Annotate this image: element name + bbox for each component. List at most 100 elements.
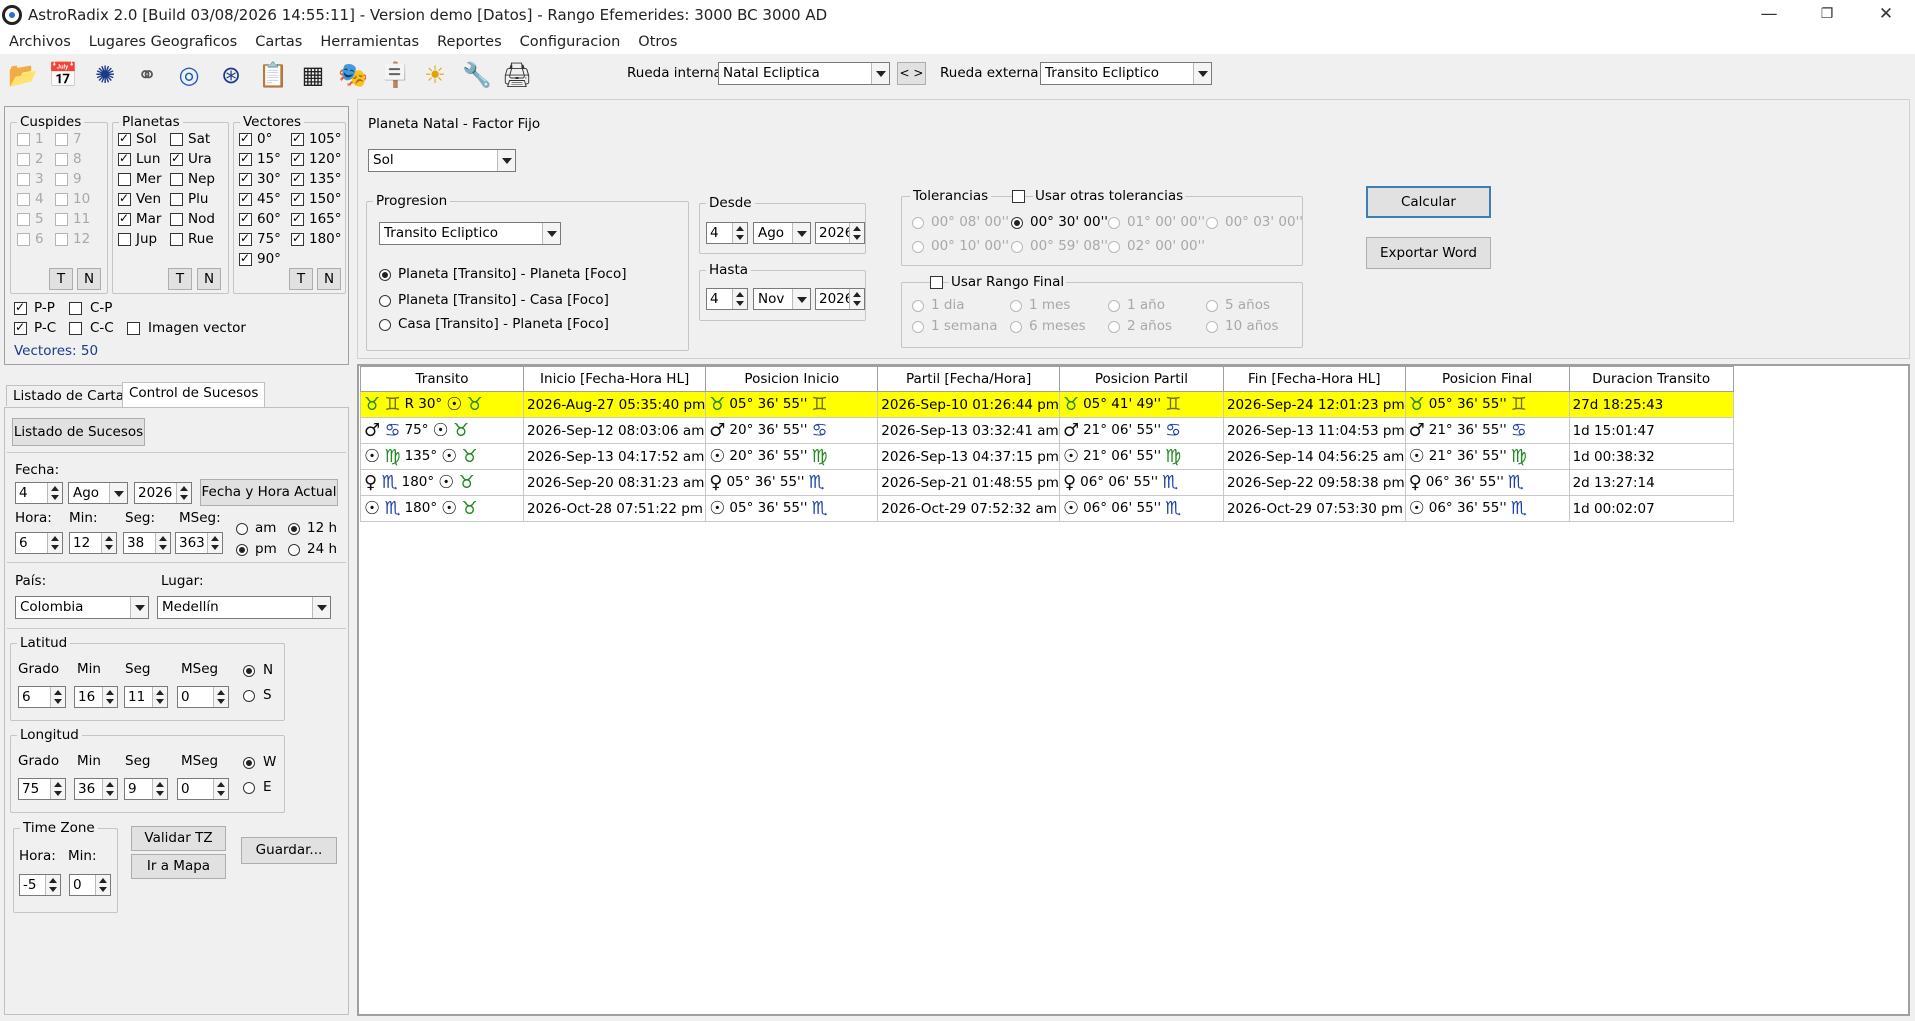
south-radio[interactable] (243, 690, 255, 702)
tol-1-radio[interactable] (912, 217, 924, 229)
ir-a-mapa-button[interactable]: Ir a Mapa (131, 854, 226, 879)
col-inicio[interactable]: Inicio [Fecha-Hora HL] (522, 366, 707, 392)
tz-hora-spinner[interactable]: -5 (19, 874, 61, 896)
prog-option-1-radio[interactable] (379, 269, 391, 281)
tol-6-radio[interactable] (1011, 241, 1023, 253)
rango-3-radio[interactable] (1108, 300, 1120, 312)
col-duracion[interactable]: Duracion Transito (1568, 366, 1734, 392)
rango-2-radio[interactable] (1010, 300, 1022, 312)
planeta-rue-checkbox[interactable] (170, 233, 183, 246)
imagen-vector-checkbox[interactable] (127, 322, 140, 335)
desde-month-select[interactable]: Ago (753, 222, 811, 244)
vector-b-2-checkbox[interactable] (291, 171, 304, 186)
table-row[interactable]: ☉ ♍ 135° ☉ ♉ 2026-Sep-13 04:17:52 am ☉ 20° 36… (360, 443, 1734, 470)
col-posicion-partil[interactable]: Posicion Partil (1058, 366, 1224, 392)
progresion-select[interactable]: Transito Ecliptico (379, 222, 561, 245)
wheel-icon[interactable]: ✺ (88, 58, 122, 92)
col-partil[interactable]: Partil [Fecha/Hora] (877, 366, 1060, 392)
planeta-sol-checkbox[interactable] (118, 131, 131, 146)
tol-5-radio[interactable] (912, 241, 924, 253)
col-fin[interactable]: Fin [Fecha-Hora HL] (1222, 366, 1406, 392)
planeta-mar-checkbox[interactable] (118, 211, 131, 226)
vector-b-4-checkbox[interactable] (291, 211, 304, 226)
tab-listado-cartas[interactable]: Listado de Cartas (6, 385, 139, 406)
hasta-year-spinner[interactable]: 2026 (815, 288, 865, 310)
orbit-icon[interactable]: ◎ (172, 58, 206, 92)
menu-reportes[interactable]: Reportes (428, 34, 511, 50)
table-row[interactable]: ☉ ♏ 180° ☉ ♉ 2026-Oct-28 07:51:22 pm ☉ 05° 36… (360, 495, 1734, 522)
planeta-nep-checkbox[interactable] (170, 173, 183, 186)
tol-3-radio[interactable] (1108, 217, 1120, 229)
planetas-n-button[interactable]: N (197, 268, 221, 290)
vector-4-checkbox[interactable] (239, 211, 252, 226)
menu-configuracion[interactable]: Configuracion (511, 34, 630, 50)
lon-min-spinner[interactable]: 36 (74, 778, 118, 800)
cuspide-8-checkbox[interactable] (55, 153, 68, 166)
grid-icon[interactable]: ▦ (296, 58, 330, 92)
notes-icon[interactable]: 📋 (256, 58, 290, 92)
vector-5-checkbox[interactable] (239, 231, 252, 246)
table-row[interactable]: ♂ ♋ 75° ☉ ♉ 2026-Sep-12 08:03:06 am ♂ 20° 36'… (360, 417, 1734, 444)
cuspide-4-checkbox[interactable] (17, 193, 30, 206)
vector-b-0-checkbox[interactable] (291, 131, 304, 146)
vector-2-checkbox[interactable] (239, 171, 252, 186)
validar-tz-button[interactable]: Validar TZ (131, 826, 226, 851)
north-radio[interactable] (243, 665, 255, 677)
24h-radio[interactable] (288, 544, 300, 556)
vectores-t-button[interactable]: T (289, 268, 313, 290)
table-row[interactable]: ♀ ♏ 180° ☉ ♉ 2026-Sep-20 08:31:23 am ♀ 05° 36… (360, 469, 1734, 496)
sun-icon[interactable]: ☀ (418, 58, 452, 92)
usar-rango-checkbox[interactable] (930, 276, 943, 289)
exportar-word-button[interactable]: Exportar Word (1366, 237, 1491, 269)
lat-grado-spinner[interactable]: 6 (18, 686, 66, 708)
vector-3-checkbox[interactable] (239, 191, 252, 206)
col-posicion-inicio[interactable]: Posicion Inicio (705, 366, 879, 392)
vector-b-3-checkbox[interactable] (291, 191, 304, 206)
vector-6-checkbox[interactable] (239, 251, 252, 266)
menu-otros[interactable]: Otros (629, 34, 686, 50)
cuspides-n-button[interactable]: N (77, 268, 101, 290)
cuspides-t-button[interactable]: T (49, 268, 73, 290)
rango-4-radio[interactable] (1206, 300, 1218, 312)
vector-1-checkbox[interactable] (239, 151, 252, 166)
planeta-sat-checkbox[interactable] (170, 133, 183, 146)
mseg-spinner[interactable]: 363 (175, 532, 223, 554)
hasta-month-select[interactable]: Nov (753, 288, 811, 310)
lat-mseg-spinner[interactable]: 0 (177, 686, 229, 708)
restore-button[interactable]: ❐ (1798, 0, 1856, 29)
planeta-nod-checkbox[interactable] (170, 213, 183, 226)
cuspide-9-checkbox[interactable] (55, 173, 68, 186)
printer-icon[interactable]: 🖨 (500, 58, 534, 92)
seg-spinner[interactable]: 38 (123, 532, 171, 554)
menu-herramientas[interactable]: Herramientas (311, 34, 428, 50)
cuspide-5-checkbox[interactable] (17, 213, 30, 226)
cuspide-11-checkbox[interactable] (55, 213, 68, 226)
rueda-interna-select[interactable]: Natal Ecliptica (718, 62, 890, 85)
tab-control-sucesos[interactable]: Control de Sucesos (122, 382, 266, 408)
guardar-button[interactable]: Guardar... (241, 837, 337, 864)
lat-seg-spinner[interactable]: 11 (124, 686, 168, 708)
cuspide-3-checkbox[interactable] (17, 173, 30, 186)
rango-6-radio[interactable] (1010, 321, 1022, 333)
rango-7-radio[interactable] (1108, 321, 1120, 333)
pc-checkbox[interactable] (14, 320, 27, 335)
tol-2-radio[interactable] (1011, 217, 1023, 229)
east-radio[interactable] (243, 782, 255, 794)
planeta-ura-checkbox[interactable] (170, 151, 183, 166)
rueda-externa-select[interactable]: Transito Ecliptico (1040, 62, 1212, 85)
west-radio[interactable] (243, 757, 255, 769)
tz-min-spinner[interactable]: 0 (69, 874, 111, 896)
vector-b-5-checkbox[interactable] (291, 231, 304, 246)
col-transito[interactable]: Transito (360, 366, 524, 392)
cuspide-2-checkbox[interactable] (17, 153, 30, 166)
month-select[interactable]: Ago (68, 482, 128, 504)
rango-5-radio[interactable] (912, 321, 924, 333)
planetas-t-button[interactable]: T (168, 268, 192, 290)
prog-option-2-radio[interactable] (379, 295, 391, 307)
vector-b-1-checkbox[interactable] (291, 151, 304, 166)
planeta-jup-checkbox[interactable] (118, 233, 131, 246)
minimize-button[interactable]: — (1740, 0, 1798, 29)
rango-1-radio[interactable] (912, 300, 924, 312)
calcular-button[interactable]: Calcular (1366, 186, 1491, 218)
cuspide-10-checkbox[interactable] (55, 193, 68, 206)
